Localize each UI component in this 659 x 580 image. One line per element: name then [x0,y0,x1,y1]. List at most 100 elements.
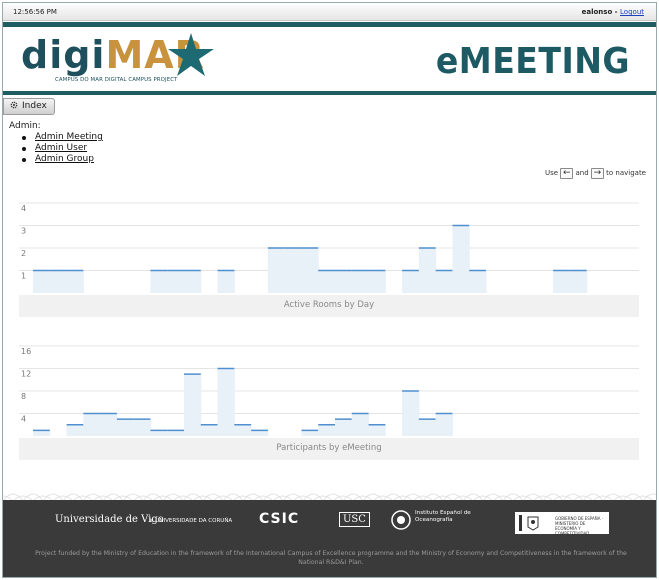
chart-bar[interactable] [234,424,252,436]
index-tab[interactable]: Index [3,98,55,115]
y-tick-label: 4 [21,415,26,424]
csic-logo[interactable]: CSIC [259,511,299,527]
chart-bar[interactable] [335,419,353,436]
chart-bar[interactable] [318,424,336,436]
chart-bar[interactable] [49,270,68,294]
chart-bar[interactable] [200,424,219,436]
admin-link-item: Admin Group [9,154,103,165]
chart-bar[interactable] [402,270,420,294]
chart-bar[interactable] [318,270,336,294]
active-rooms-chart: 4 3 2 1 Active Rooms by Day [19,193,639,319]
chart-bar[interactable] [184,270,202,294]
chart-bar[interactable] [569,270,588,294]
chart-bar[interactable] [351,270,370,294]
right-arrow-key-icon[interactable]: → [590,167,604,179]
chart-bar[interactable] [184,374,202,436]
admin-links: Admin Meeting Admin User Admin Group [9,132,103,165]
username: ealonso [581,8,613,16]
chart-bar[interactable] [402,391,420,436]
chart-bar[interactable] [33,270,51,294]
chart-bar[interactable] [351,413,370,437]
y-tick-label: 12 [21,370,31,379]
chart-bar[interactable] [133,419,151,436]
header-bottom-band [3,91,656,95]
chart-bar[interactable] [217,368,235,437]
separator: - [612,8,621,16]
spain-coat-of-arms-icon [519,515,539,531]
y-tick-label: 3 [21,227,26,236]
starfish-icon [168,33,214,76]
chart-bar[interactable] [33,430,51,436]
chart-bar[interactable] [150,270,168,294]
admin-meeting-link[interactable]: Admin Meeting [35,132,103,142]
top-status-bar: 12:56:56 PM ealonso - Logout [3,3,656,21]
ieo-emblem-icon [391,510,411,530]
hint-use: Use [544,169,559,177]
admin-link-item: Admin Meeting [9,132,103,143]
chart-bar[interactable] [435,413,453,437]
ministry-logo[interactable]: GOBIERNO DE ESPAÑA · MINISTERIO DE ECONO… [515,512,609,536]
footer: Universidade de Vigo ≋ UNIVERSIDADE DA C… [3,500,656,577]
chart-bar[interactable] [368,424,386,436]
chart-bar[interactable] [418,248,437,293]
participants-plot: 16 12 8 4 [19,345,639,437]
active-rooms-plot: 4 3 2 1 [19,202,639,294]
chart-bar[interactable] [66,270,84,294]
chart-bar[interactable] [116,419,135,436]
navigation-hint: Use ← and → to navigate [545,167,646,179]
header: digiMAR CAMPUS DO MAR DIGITAL CAMPUS PRO… [3,27,656,91]
y-tick-label: 1 [21,272,26,281]
chart-bar[interactable] [301,248,319,293]
chart-bar[interactable] [452,225,470,294]
admin-label: Admin: [9,121,41,131]
digimar-logo[interactable]: digiMAR CAMPUS DO MAR DIGITAL CAMPUS PRO… [21,33,221,89]
chart-bar[interactable] [217,270,235,294]
page-frame: 12:56:56 PM ealonso - Logout digiMAR CAM… [2,2,657,578]
chart-bar[interactable] [418,419,437,436]
funding-note: Project funded by the Ministry of Educat… [35,550,627,566]
uvigo-logo[interactable]: Universidade de Vigo [55,514,164,525]
chart-bar[interactable] [83,413,101,437]
hint-to-navigate: to navigate [606,169,646,177]
y-tick-label: 2 [21,249,26,258]
y-tick-label: 4 [21,204,26,213]
udc-logo[interactable]: ≋ UNIVERSIDADE DA CORUÑA [149,518,232,524]
app-title: eMEETING [435,41,630,82]
chart-bar[interactable] [435,270,453,294]
user-box: ealonso - Logout [582,3,644,21]
participants-chart: 16 12 8 4 Participants by eMeeting [19,336,639,462]
chart-bar[interactable] [335,270,353,294]
chart-bar[interactable] [167,430,185,436]
gear-icon [10,101,18,109]
chart-bar[interactable] [368,270,386,294]
chart-bar[interactable] [150,430,168,436]
ieo-logo[interactable]: Instituto Español de Oceanografía [391,510,481,530]
hint-and: and [575,169,589,177]
chart-bar[interactable] [251,430,269,436]
chart-bar[interactable] [267,248,286,293]
participants-caption: Participants by eMeeting [19,438,639,460]
admin-menu: Admin: Admin Meeting Admin User Admin Gr… [9,121,103,165]
chart-bar[interactable] [553,270,571,294]
usc-logo[interactable]: USC [339,512,370,527]
admin-user-link[interactable]: Admin User [35,143,87,153]
chart-bar[interactable] [301,430,319,436]
clock: 12:56:56 PM [13,8,57,16]
index-label: Index [22,101,47,111]
chart-bar[interactable] [469,270,487,294]
y-tick-label: 8 [21,392,26,401]
logo-subtitle: CAMPUS DO MAR DIGITAL CAMPUS PROJECT [55,77,178,83]
chart-bar[interactable] [100,413,118,437]
left-arrow-key-icon[interactable]: ← [560,167,574,179]
logo-part-digi: digi [21,33,106,77]
admin-group-link[interactable]: Admin Group [35,154,94,164]
ministry-logo-text: GOBIERNO DE ESPAÑA · MINISTERIO DE ECONO… [555,516,603,536]
y-tick-label: 16 [21,347,31,356]
chart-bar[interactable] [66,424,84,436]
chart-bar[interactable] [284,248,302,293]
logout-link[interactable]: Logout [620,8,644,16]
chart-bar[interactable] [167,270,185,294]
ieo-logo-text: Instituto Español de Oceanografía [415,510,471,523]
udc-logo-text: UNIVERSIDADE DA CORUÑA [155,518,233,524]
footer-wave-pattern [3,493,656,501]
